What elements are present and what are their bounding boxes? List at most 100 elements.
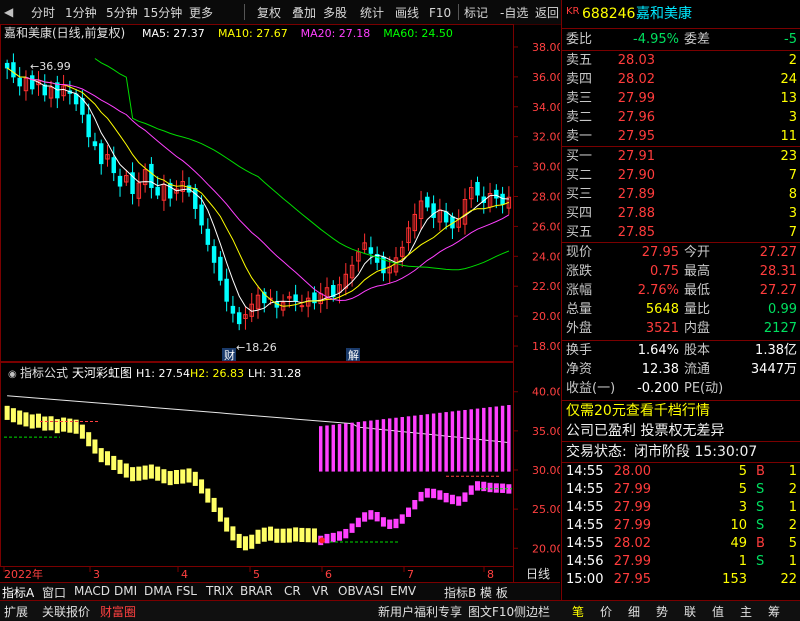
side-tab[interactable]: 值 xyxy=(712,603,724,620)
candle-body xyxy=(73,93,79,105)
bottom-left-link[interactable]: 财富圈 xyxy=(100,603,136,620)
toolbar-4[interactable]: 更多 xyxy=(186,4,216,22)
buy-row[interactable]: 买三 27.89 8 xyxy=(562,185,800,205)
quote-label: 今开 xyxy=(684,245,711,260)
stats-label: PE(动) xyxy=(684,381,724,396)
candle-body xyxy=(11,62,16,78)
toolbar-12[interactable]: -自选 xyxy=(497,4,531,22)
indicator-tab[interactable]: FSL xyxy=(176,584,197,598)
stock-code[interactable]: 688246 xyxy=(582,4,635,24)
toolbar-2[interactable]: 5分钟 xyxy=(103,4,141,22)
buy-row[interactable]: 买五 27.85 7 xyxy=(562,223,800,243)
toolbar-separator xyxy=(458,4,459,20)
indicator-toggle-icon: ◉ xyxy=(8,369,17,380)
side-tab[interactable]: 笔 xyxy=(572,603,584,620)
sell-row[interactable]: 卖一 27.95 11 xyxy=(562,127,800,147)
bottom-right-link[interactable]: 侧边栏 xyxy=(514,603,550,620)
tick-row[interactable]: 14:55 28.00 5 B 1 xyxy=(562,463,800,481)
candle-body xyxy=(111,157,116,174)
sell-vol: 3 xyxy=(788,110,797,125)
indicator-tab[interactable]: OBV xyxy=(338,584,364,598)
tick-row[interactable]: 15:00 27.95 153 22 xyxy=(562,571,800,589)
toolbar-13[interactable]: 返回 xyxy=(532,4,562,22)
tick-row[interactable]: 14:55 28.02 49 B 5 xyxy=(562,535,800,553)
tick-row[interactable]: 14:55 27.99 10 S 2 xyxy=(562,517,800,535)
candle-body xyxy=(425,196,430,208)
candle-body xyxy=(193,188,198,209)
indicator-tab[interactable]: VR xyxy=(312,584,329,598)
bottom-right-link[interactable]: 图文F10 xyxy=(468,603,514,620)
toolbar-6[interactable]: 叠加 xyxy=(289,4,319,22)
indicator-tab[interactable]: 指标A xyxy=(2,584,34,601)
chart-title[interactable]: 嘉和美康(日线,前复权) xyxy=(4,25,125,40)
side-tab[interactable]: 联 xyxy=(684,603,696,620)
indicator-title: 天河彩虹图 xyxy=(72,366,132,380)
main-panel-frame xyxy=(0,24,514,362)
indicator-h1: H1: 27.54 xyxy=(136,367,190,380)
bottom-right-link[interactable]: 新用户福利专享 xyxy=(378,603,462,620)
promo-qiandang[interactable]: 仅需20元查看千档行情 xyxy=(562,401,800,421)
tick-count: 2 xyxy=(788,482,797,497)
kline-chart[interactable]: 嘉和美康(日线,前复权) MA5: 27.37 MA10: 27.67 MA20: 2… xyxy=(0,24,560,596)
candle-body xyxy=(299,305,305,308)
bottom-left-link[interactable]: 关联报价 xyxy=(42,603,90,620)
sell-row[interactable]: 卖三 27.99 13 xyxy=(562,89,800,109)
indicator-tab[interactable]: DMI xyxy=(114,584,137,598)
side-tab[interactable]: 主 xyxy=(740,603,752,620)
candle-body xyxy=(475,181,480,196)
buy-row[interactable]: 买二 27.90 7 xyxy=(562,166,800,186)
quote-value: 0.99 xyxy=(768,302,797,317)
candle-body xyxy=(29,75,35,90)
toolbar-3[interactable]: 15分钟 xyxy=(140,4,185,22)
buy-vol: 23 xyxy=(780,149,797,164)
sell-label: 卖三 xyxy=(566,91,593,106)
buy-row[interactable]: 买四 27.88 3 xyxy=(562,204,800,224)
indicator-tab[interactable]: MACD xyxy=(74,584,110,598)
tick-vol: 153 xyxy=(722,572,747,587)
toolbar-1[interactable]: 1分钟 xyxy=(62,4,100,22)
indicator-tab[interactable]: ASI xyxy=(364,584,383,598)
side-tab[interactable]: 价 xyxy=(600,603,612,620)
tick-row[interactable]: 14:55 27.99 3 S 1 xyxy=(562,499,800,517)
weicha-value: -5 xyxy=(784,32,797,47)
side-tab[interactable]: 势 xyxy=(656,603,668,620)
stats-label: 流通 xyxy=(684,362,711,377)
toolbar-5[interactable]: 复权 xyxy=(254,4,284,22)
tick-row[interactable]: 14:56 27.99 1 S 1 xyxy=(562,553,800,571)
tick-side: S xyxy=(756,500,765,515)
toolbar-9[interactable]: 画线 xyxy=(392,4,422,22)
indicator-tab[interactable]: 窗口 xyxy=(42,584,66,601)
buy-vol: 7 xyxy=(788,168,797,183)
candle-body xyxy=(149,163,154,189)
sell-row[interactable]: 卖二 27.96 3 xyxy=(562,108,800,128)
tick-side: S xyxy=(756,554,765,569)
buy-row[interactable]: 买一 27.91 23 xyxy=(562,147,800,167)
toolbar-7[interactable]: 多股 xyxy=(320,4,350,22)
indicator-tab[interactable]: 模 板 xyxy=(480,584,508,601)
indicator-tab[interactable]: CR xyxy=(284,584,301,598)
side-tab[interactable]: 筹 xyxy=(768,603,780,620)
toolbar-11[interactable]: 标记 xyxy=(461,4,491,22)
sell-row[interactable]: 卖四 28.02 24 xyxy=(562,70,800,90)
indicator-tab[interactable]: EMV xyxy=(390,584,416,598)
promo-text[interactable]: 仅需20元查看千档行情 xyxy=(566,401,710,421)
indicator-tab[interactable]: BRAR xyxy=(240,584,273,598)
tick-time: 14:55 xyxy=(566,518,604,533)
indicator-tab[interactable]: TRIX xyxy=(206,584,233,598)
bottom-left-link[interactable]: 扩展 xyxy=(4,603,28,620)
toolbar-0[interactable]: 分时 xyxy=(28,4,58,22)
back-arrow-icon[interactable]: ◀ xyxy=(4,4,13,20)
toolbar-10[interactable]: F10 xyxy=(426,4,454,22)
tick-price: 28.02 xyxy=(613,536,651,551)
side-tab[interactable]: 细 xyxy=(628,603,640,620)
indicator-tab[interactable]: 指标B xyxy=(444,584,476,601)
quote-panel: KR 688246 嘉和美康 委比 -4.95% 委差 -5 卖五 28.03 2 卖… xyxy=(561,0,800,600)
sell-row[interactable]: 卖五 28.03 2 xyxy=(562,51,800,71)
candle-body xyxy=(230,305,236,314)
x-axis-label: 4 xyxy=(181,568,188,581)
indicator-tab[interactable]: DMA xyxy=(144,584,172,598)
toolbar-8[interactable]: 统计 xyxy=(357,4,387,22)
stock-name[interactable]: 嘉和美康 xyxy=(636,4,692,24)
tick-price: 28.00 xyxy=(613,464,651,479)
tick-row[interactable]: 14:55 27.99 5 S 2 xyxy=(562,481,800,499)
